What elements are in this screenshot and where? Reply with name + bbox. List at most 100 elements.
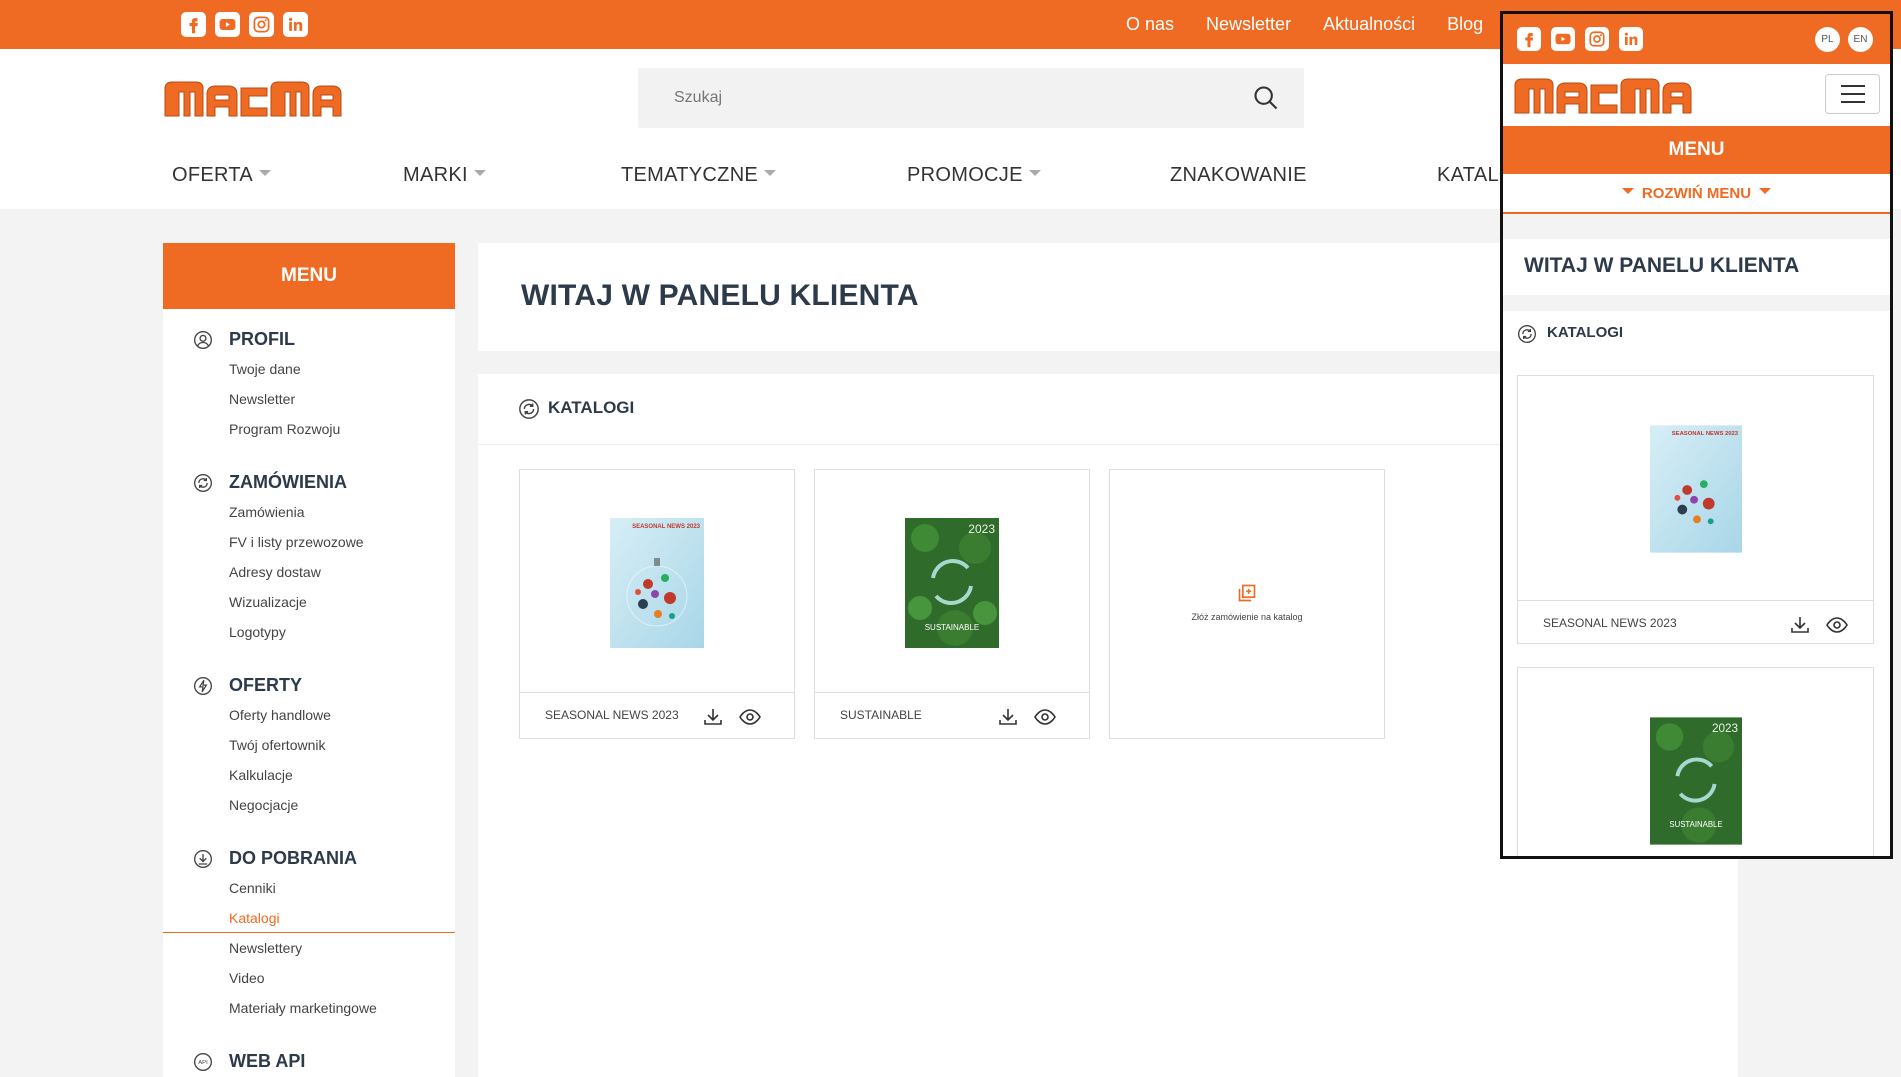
mobile-welcome-panel: WITAJ W PANELU KLIENTA [1503,239,1890,295]
catalog-footer: SEASONAL NEWS 2023 [520,692,794,739]
sidebar-item-logotypy[interactable]: Logotypy [163,617,455,647]
chevron-down-icon [764,170,777,176]
mobile-preview: PL EN MENU ROZWIŃ MENU WITAJ W PANELU KL… [1500,11,1893,859]
catalog-footer: SUSTAINABLE [815,692,1089,739]
download-icon [194,850,212,868]
sidebar-item-wizualizacje[interactable]: Wizualizacje [163,587,455,617]
catalogs-header: KATALOGI [1503,311,1890,353]
catalog-cover-sustainable[interactable]: 2023 SUSTAINABLE [905,518,999,648]
section-title-profil[interactable]: PROFIL [163,324,455,354]
sidebar-item-cenniki[interactable]: Cenniki [163,873,455,903]
user-icon [194,331,212,349]
top-links: O nas Newsletter Aktualności Blog [1126,0,1515,49]
sidebar-item-katalogi[interactable]: Katalogi [163,903,455,933]
mobile-catalogs-panel: KATALOGI SEASONAL NEWS 2023 SEASONAL NEW… [1503,311,1890,856]
facebook-icon[interactable] [181,12,206,37]
catalog-cover-seasonal[interactable]: SEASONAL NEWS 2023 [610,518,704,648]
sidebar-section-oferty: OFERTY Oferty handlowe Twój ofertownik K… [163,670,455,820]
search-input[interactable] [674,68,1234,128]
sidebar: MENU PROFIL Twoje dane Newsletter Progra… [163,243,455,1077]
eye-icon[interactable] [738,705,762,729]
mobile-top-bar: PL EN [1503,14,1890,64]
sidebar-item-newsletter[interactable]: Newsletter [163,384,455,414]
linkedin-icon[interactable] [1619,27,1643,51]
add-icon [1238,584,1256,602]
section-title-do-pobrania[interactable]: DO POBRANIA [163,843,455,873]
nav-marki[interactable]: MARKI [403,160,486,190]
download-icon[interactable] [701,705,725,729]
svg-text:2023: 2023 [968,522,995,536]
catalog-card[interactable]: SEASONAL NEWS 2023 SEASONAL NEWS 2023 [1517,375,1874,644]
chevron-down-icon [1621,188,1634,194]
section-title-web-api[interactable]: API WEB API [163,1046,455,1076]
search-icon[interactable] [1252,84,1280,112]
refresh-icon [194,474,212,492]
instagram-icon[interactable] [249,12,274,37]
api-icon: API [194,1053,212,1071]
svg-text:SUSTAINABLE: SUSTAINABLE [1669,820,1722,829]
catalog-cover-seasonal[interactable]: SEASONAL NEWS 2023 [1650,424,1742,554]
sidebar-item-twoje-dane[interactable]: Twoje dane [163,354,455,384]
page: O nas Newsletter Aktualności Blog OFE [0,0,1901,1077]
eye-icon[interactable] [1033,705,1057,729]
page-title: WITAJ W PANELU KLIENTA [1524,254,1800,277]
svg-text:SEASONAL NEWS 2023: SEASONAL NEWS 2023 [632,524,701,530]
sidebar-section-zamowienia: ZAMÓWIENIA Zamówienia FV i listy przewoz… [163,467,455,647]
sidebar-section-do-pobrania: DO POBRANIA Cenniki Katalogi Newslettery… [163,843,455,1023]
svg-text:API: API [198,1060,208,1066]
nav-promocje[interactable]: PROMOCJE [907,160,1041,190]
svg-text:SUSTAINABLE: SUSTAINABLE [925,623,980,632]
top-link-aktualnosci[interactable]: Aktualności [1323,14,1415,35]
top-link-o-nas[interactable]: O nas [1126,14,1174,35]
bolt-icon [194,677,212,695]
refresh-icon [519,399,539,419]
chevron-down-icon [259,170,272,176]
catalog-card[interactable]: 2023 SUSTAINABLE [1517,667,1874,856]
chevron-down-icon [1028,170,1041,176]
catalog-cover-sustainable[interactable]: 2023 SUSTAINABLE [1650,716,1742,846]
sidebar-item-ofertownik[interactable]: Twój ofertownik [163,730,455,760]
mobile-menu-title: MENU [1503,126,1890,174]
section-title-oferty[interactable]: OFERTY [163,670,455,700]
catalog-card[interactable]: 2023 SUSTAINABLE SUSTAINABLE [814,469,1090,739]
sidebar-item-adresy[interactable]: Adresy dostaw [163,557,455,587]
sidebar-item-program-rozwoju[interactable]: Program Rozwoju [163,414,455,444]
hamburger-menu-button[interactable] [1825,74,1880,114]
linkedin-icon[interactable] [283,12,308,37]
download-icon[interactable] [996,705,1020,729]
sidebar-item-oferty-handlowe[interactable]: Oferty handlowe [163,700,455,730]
mobile-header [1503,64,1890,126]
logo[interactable] [163,80,343,123]
section-title-zamowienia[interactable]: ZAMÓWIENIA [163,467,455,497]
youtube-icon[interactable] [215,12,240,37]
sidebar-item-kalkulacje[interactable]: Kalkulacje [163,760,455,790]
sidebar-item-materialy[interactable]: Materiały marketingowe [163,993,455,1023]
eye-icon[interactable] [1825,613,1849,637]
lang-en[interactable]: EN [1848,27,1873,52]
nav-oferta[interactable]: OFERTA [172,160,272,190]
sidebar-item-video[interactable]: Video [163,963,455,993]
svg-text:2023: 2023 [1712,722,1739,735]
sidebar-section-profil: PROFIL Twoje dane Newsletter Program Roz… [163,324,455,444]
nav-tematyczne[interactable]: TEMATYCZNE [621,160,777,190]
sidebar-item-negocjacje[interactable]: Negocjacje [163,790,455,820]
sidebar-item-zamowienia[interactable]: Zamówienia [163,497,455,527]
top-link-newsletter[interactable]: Newsletter [1206,14,1291,35]
sidebar-item-fv[interactable]: FV i listy przewozowe [163,527,455,557]
sidebar-item-newslettery[interactable]: Newslettery [163,933,455,963]
catalog-footer: SEASONAL NEWS 2023 [1518,600,1873,644]
lang-pl[interactable]: PL [1815,27,1840,52]
top-link-blog[interactable]: Blog [1447,14,1483,35]
instagram-icon[interactable] [1585,27,1609,51]
macma-logo [1514,78,1692,114]
order-catalog-card[interactable]: Złóż zamówienie na katalog [1109,469,1385,739]
sidebar-title: MENU [163,243,455,309]
download-icon[interactable] [1788,613,1812,637]
catalog-card[interactable]: SEASONAL NEWS 2023 SEASONAL NEWS 2023 [519,469,795,739]
chevron-down-icon [473,170,486,176]
facebook-icon[interactable] [1517,27,1541,51]
expand-menu-button[interactable]: ROZWIŃ MENU [1503,174,1890,214]
youtube-icon[interactable] [1551,27,1575,51]
nav-znakowanie[interactable]: ZNAKOWANIE [1170,160,1307,190]
logo[interactable] [1513,77,1693,120]
